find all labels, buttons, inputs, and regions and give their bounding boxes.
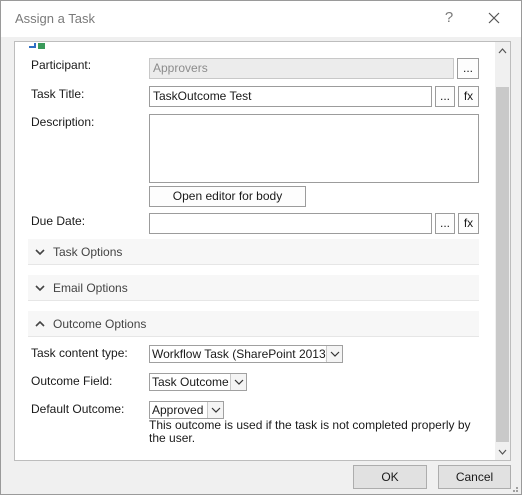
outcome-field-select[interactable]: Task Outcome — [149, 373, 247, 391]
section-email-options[interactable]: Email Options — [28, 275, 479, 301]
workflow-icon — [28, 42, 48, 49]
dialog-title: Assign a Task — [15, 11, 95, 26]
description-label: Description: — [31, 115, 95, 129]
assign-task-dialog: Assign a Task ? Participant: Approvers .… — [0, 0, 522, 495]
default-outcome-select[interactable]: Approved — [149, 401, 224, 419]
due-date-fx-button[interactable]: fx — [458, 213, 479, 234]
section-title: Task Options — [53, 245, 123, 259]
default-outcome-label: Default Outcome: — [31, 402, 125, 416]
title-bar: Assign a Task ? — [1, 1, 521, 37]
task-title-browse-button[interactable]: ... — [435, 86, 455, 107]
task-title-label: Task Title: — [31, 87, 85, 101]
chevron-down-icon — [207, 402, 223, 418]
vertical-scrollbar[interactable] — [495, 42, 510, 460]
close-icon[interactable] — [483, 7, 505, 29]
participant-browse-button[interactable]: ... — [457, 58, 479, 79]
scroll-down-icon[interactable] — [495, 445, 510, 459]
outcome-field-label: Outcome Field: — [31, 374, 113, 388]
due-date-label: Due Date: — [31, 214, 86, 228]
chevron-down-icon — [34, 246, 46, 258]
task-title-fx-button[interactable]: fx — [458, 86, 479, 107]
select-value: Task Outcome — [152, 375, 229, 389]
help-button[interactable]: ? — [439, 8, 459, 28]
due-date-browse-button[interactable]: ... — [435, 213, 455, 234]
scrollbar-thumb[interactable] — [496, 87, 509, 442]
participant-label: Participant: — [31, 58, 92, 72]
chevron-down-icon — [34, 282, 46, 294]
section-task-options[interactable]: Task Options — [28, 239, 479, 265]
section-outcome-options[interactable]: Outcome Options — [28, 311, 479, 337]
task-content-type-label: Task content type: — [31, 346, 128, 360]
description-textarea[interactable] — [149, 114, 479, 183]
select-value: Workflow Task (SharePoint 2013) — [152, 347, 330, 361]
ok-button[interactable]: OK — [353, 465, 427, 489]
cancel-button[interactable]: Cancel — [438, 465, 511, 489]
chevron-up-icon — [34, 318, 46, 330]
section-title: Email Options — [53, 281, 128, 295]
dialog-content-panel: Participant: Approvers ... Task Title: T… — [14, 41, 511, 461]
chevron-down-icon — [326, 346, 342, 362]
participant-field: Approvers — [149, 58, 454, 79]
section-title: Outcome Options — [53, 317, 147, 331]
open-editor-button[interactable]: Open editor for body — [149, 186, 306, 207]
scroll-up-icon[interactable] — [495, 44, 510, 58]
task-content-type-select[interactable]: Workflow Task (SharePoint 2013) — [149, 345, 343, 363]
task-title-input[interactable]: TaskOutcome Test — [149, 86, 432, 107]
default-outcome-note: This outcome is used if the task is not … — [149, 418, 471, 445]
select-value: Approved — [152, 403, 204, 417]
due-date-input[interactable] — [149, 213, 432, 234]
chevron-down-icon — [230, 374, 246, 390]
resize-grip-icon[interactable] — [509, 482, 519, 492]
